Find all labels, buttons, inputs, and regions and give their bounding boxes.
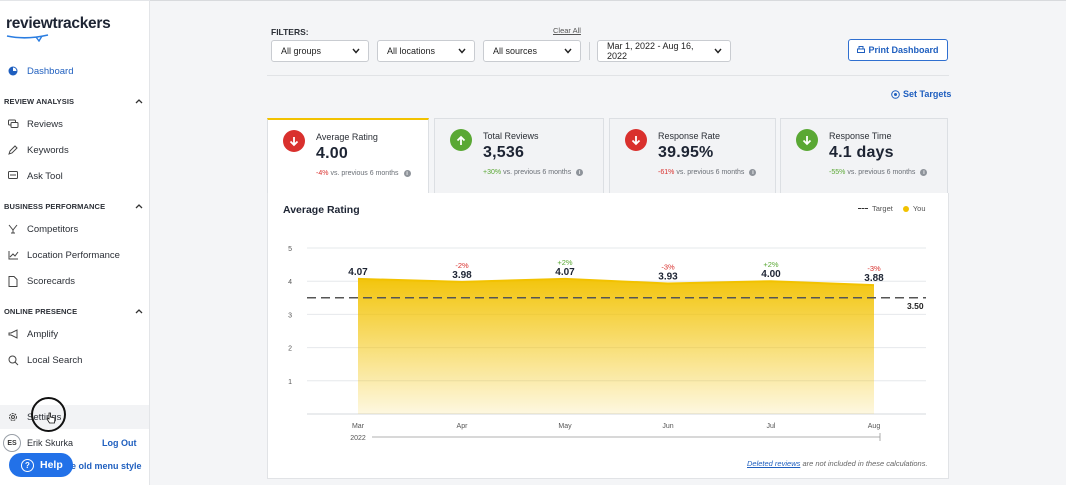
deleted-reviews-link[interactable]: Deleted reviews — [747, 459, 800, 468]
footer-note-text: are not included in these calculations. — [802, 459, 928, 468]
x-tick-label: Apr — [457, 423, 469, 430]
y-tick-label: 5 — [288, 246, 292, 253]
data-label: 4.07 — [555, 267, 575, 278]
change-label: -3% — [661, 263, 675, 272]
x-year-label: 2022 — [350, 435, 366, 442]
x-tick-label: Mar — [352, 423, 365, 430]
series-area-you — [358, 278, 874, 414]
data-label: 3.88 — [864, 273, 884, 284]
target-value-label: 3.50 — [907, 301, 924, 311]
data-label: 3.93 — [658, 272, 678, 283]
x-tick-label: Aug — [868, 423, 881, 430]
x-tick-label: Jun — [662, 423, 673, 430]
y-tick-label: 1 — [288, 379, 292, 386]
x-tick-label: May — [558, 423, 572, 430]
footer-note: Deleted reviews are not included in thes… — [747, 459, 928, 468]
change-label: -2% — [455, 261, 469, 270]
change-label: +2% — [557, 258, 573, 267]
x-tick-label: Jul — [767, 423, 776, 430]
data-label: 4.00 — [761, 269, 781, 280]
y-tick-label: 2 — [288, 346, 292, 353]
y-tick-label: 4 — [288, 279, 292, 286]
change-label: -3% — [867, 264, 881, 273]
data-label: 3.98 — [452, 270, 472, 281]
average-rating-chart: 12345 3.50 4.07 3.98-2%4.07+2%3.93-3%4.00… — [288, 246, 926, 442]
change-label: +2% — [763, 260, 779, 269]
data-label: 4.07 — [348, 267, 368, 278]
y-tick-label: 3 — [288, 312, 292, 319]
